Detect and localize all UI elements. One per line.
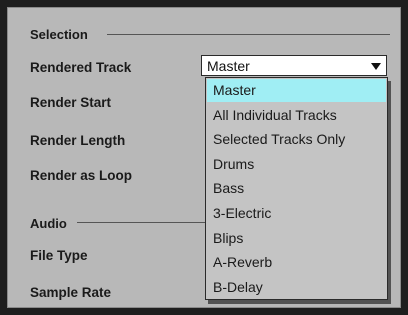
rendered-track-select[interactable]: Master bbox=[201, 55, 387, 76]
dropdown-option-b-delay[interactable]: B-Delay bbox=[207, 276, 386, 299]
dropdown-option-a-reverb[interactable]: A-Reverb bbox=[207, 251, 386, 274]
section-header-audio: Audio bbox=[30, 215, 67, 231]
dropdown-option-blips[interactable]: Blips bbox=[207, 227, 386, 250]
label-render-as-loop: Render as Loop bbox=[30, 168, 133, 183]
dropdown-option-selected-tracks-only[interactable]: Selected Tracks Only bbox=[207, 128, 386, 151]
dropdown-option-bass[interactable]: Bass bbox=[207, 177, 386, 200]
dropdown-option-drums[interactable]: Drums bbox=[207, 153, 386, 176]
dropdown-option-master[interactable]: Master bbox=[207, 79, 386, 102]
section-divider bbox=[107, 34, 390, 35]
rendered-track-dropdown-list: Master All Individual Tracks Selected Tr… bbox=[205, 77, 388, 300]
label-rendered-track: Rendered Track bbox=[30, 60, 132, 75]
dropdown-option-all-individual-tracks[interactable]: All Individual Tracks bbox=[207, 104, 386, 127]
label-file-type: File Type bbox=[30, 248, 88, 263]
label-sample-rate: Sample Rate bbox=[30, 285, 112, 300]
dropdown-arrow-icon[interactable] bbox=[371, 63, 381, 70]
rendered-track-value: Master bbox=[207, 58, 250, 74]
section-header-selection: Selection bbox=[30, 26, 88, 42]
section-divider bbox=[77, 222, 207, 223]
label-render-length: Render Length bbox=[30, 133, 126, 148]
dropdown-option-3-electric[interactable]: 3-Electric bbox=[207, 202, 386, 225]
label-render-start: Render Start bbox=[30, 95, 112, 110]
